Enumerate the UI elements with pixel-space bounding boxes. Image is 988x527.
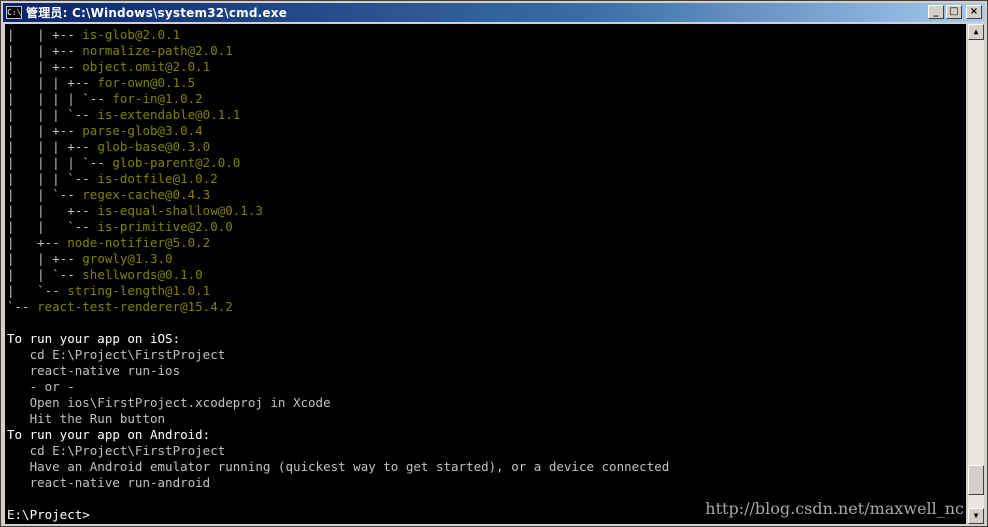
tree-prefix: | | | +-- — [7, 75, 98, 90]
package-name: growly@1.3.0 — [82, 251, 173, 266]
vertical-scrollbar[interactable]: ▲ ▼ — [968, 24, 984, 524]
tree-prefix: | `-- — [7, 283, 68, 298]
tree-line: | +-- node-notifier@5.0.2 — [7, 235, 669, 251]
package-name: for-own@0.1.5 — [97, 75, 196, 90]
tree-line: | | `-- is-primitive@2.0.0 — [7, 219, 669, 235]
package-name: regex-cache@0.4.3 — [82, 187, 211, 202]
tree-line: | | +-- growly@1.3.0 — [7, 251, 669, 267]
tree-prefix: | | `-- — [7, 187, 83, 202]
tree-line: | | +-- is-glob@2.0.1 — [7, 27, 669, 43]
tree-prefix: | | +-- — [7, 251, 83, 266]
package-name: is-primitive@2.0.0 — [97, 219, 233, 234]
output-line: Open ios\FirstProject.xcodeproj in Xcode — [7, 395, 331, 410]
output-line: To run your app on iOS: — [7, 331, 181, 346]
tree-prefix: | | +-- — [7, 203, 98, 218]
tree-line: | | +-- is-equal-shallow@0.1.3 — [7, 203, 669, 219]
tree-line: | | +-- parse-glob@3.0.4 — [7, 123, 669, 139]
tree-prefix: | | | | `-- — [7, 155, 113, 170]
package-name: is-glob@2.0.1 — [82, 27, 181, 42]
tree-prefix: | +-- — [7, 235, 68, 250]
tree-line: | `-- string-length@1.0.1 — [7, 283, 669, 299]
package-name: is-dotfile@1.0.2 — [97, 171, 218, 186]
console-output[interactable]: | | +-- is-glob@2.0.1 | | +-- normalize-p… — [5, 24, 966, 524]
tree-prefix: | | +-- — [7, 59, 83, 74]
tree-prefix: | | `-- — [7, 219, 98, 234]
package-name: node-notifier@5.0.2 — [67, 235, 211, 250]
tree-prefix: | | `-- — [7, 267, 83, 282]
window-title: 管理员: C:\Windows\system32\cmd.exe — [26, 6, 288, 20]
package-name: for-in@1.0.2 — [112, 91, 203, 106]
tree-prefix: | | +-- — [7, 43, 83, 58]
tree-line: | | +-- normalize-path@2.0.1 — [7, 43, 669, 59]
output-line: react-native run-ios — [7, 363, 181, 378]
output-line: cd E:\Project\FirstProject — [7, 443, 226, 458]
package-name: string-length@1.0.1 — [67, 283, 211, 298]
cmd-window: C:\ 管理员: C:\Windows\system32\cmd.exe _ □… — [0, 0, 988, 527]
console-lines: | | +-- is-glob@2.0.1 | | +-- normalize-p… — [7, 27, 669, 523]
maximize-button[interactable]: □ — [946, 5, 962, 19]
package-name: object.omit@2.0.1 — [82, 59, 211, 74]
tree-prefix: | | +-- — [7, 27, 83, 42]
package-name: normalize-path@2.0.1 — [82, 43, 233, 58]
package-name: is-equal-shallow@0.1.3 — [97, 203, 263, 218]
tree-line: | | | +-- for-own@0.1.5 — [7, 75, 669, 91]
command-prompt: E:\Project> — [7, 507, 90, 522]
tree-line: | | | | `-- glob-parent@2.0.0 — [7, 155, 669, 171]
title-buttons: _ □ × — [928, 5, 982, 19]
package-name: glob-parent@2.0.0 — [112, 155, 241, 170]
tree-line: | | | `-- is-extendable@0.1.1 — [7, 107, 669, 123]
output-line: react-native run-android — [7, 475, 211, 490]
output-line: To run your app on Android: — [7, 427, 211, 442]
tree-prefix: | | | `-- — [7, 171, 98, 186]
package-name: parse-glob@3.0.4 — [82, 123, 203, 138]
scroll-down-arrow-icon[interactable]: ▼ — [968, 508, 984, 524]
output-line: Have an Android emulator running (quicke… — [7, 459, 670, 474]
tree-line: | | | `-- is-dotfile@1.0.2 — [7, 171, 669, 187]
close-button[interactable]: × — [966, 5, 982, 19]
output-line: cd E:\Project\FirstProject — [7, 347, 226, 362]
output-line: - or - — [7, 379, 75, 394]
minimize-button[interactable]: _ — [928, 5, 944, 19]
scroll-thumb[interactable] — [968, 464, 984, 495]
tree-prefix: | | | `-- — [7, 107, 98, 122]
tree-prefix: `-- — [7, 299, 38, 314]
tree-line: | | `-- regex-cache@0.4.3 — [7, 187, 669, 203]
tree-line: | | | | `-- for-in@1.0.2 — [7, 91, 669, 107]
scroll-up-arrow-icon[interactable]: ▲ — [968, 24, 984, 40]
tree-line: `-- react-test-renderer@15.4.2 — [7, 299, 669, 315]
tree-prefix: | | +-- — [7, 123, 83, 138]
watermark-text: http://blog.csdn.net/maxwell_nc — [705, 499, 964, 518]
package-name: glob-base@0.3.0 — [97, 139, 211, 154]
tree-prefix: | | | +-- — [7, 139, 98, 154]
tree-line: | | +-- object.omit@2.0.1 — [7, 59, 669, 75]
tree-prefix: | | | | `-- — [7, 91, 113, 106]
tree-line: | | | +-- glob-base@0.3.0 — [7, 139, 669, 155]
package-name: is-extendable@0.1.1 — [97, 107, 241, 122]
output-line: Hit the Run button — [7, 411, 166, 426]
cmd-icon[interactable]: C:\ — [6, 6, 22, 19]
tree-line: | | `-- shellwords@0.1.0 — [7, 267, 669, 283]
title-bar[interactable]: C:\ 管理员: C:\Windows\system32\cmd.exe _ □… — [3, 3, 985, 22]
package-name: shellwords@0.1.0 — [82, 267, 203, 282]
package-name: react-test-renderer@15.4.2 — [37, 299, 233, 314]
